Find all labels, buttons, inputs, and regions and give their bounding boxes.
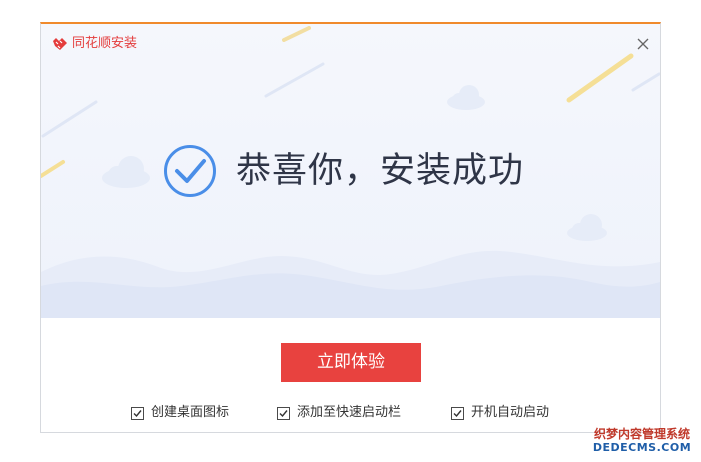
action-panel: 立即体验 创建桌面图标 添加至快速启动栏 开机自动启动 <box>41 318 660 432</box>
window-title: 同花顺安装 <box>72 36 138 51</box>
quick-launch-checkbox[interactable] <box>277 406 290 420</box>
hero-banner: 同花顺安装 恭喜你，安装成功 <box>41 24 660 318</box>
checkmark-icon <box>453 409 462 417</box>
success-message: 恭喜你，安装成功 <box>236 151 525 191</box>
watermark: 织梦内容管理系统 DEDECMS.COM <box>586 427 698 457</box>
option-auto-start[interactable]: 开机自动启动 <box>451 405 549 421</box>
quick-launch-label: 添加至快速启动栏 <box>297 405 402 420</box>
start-now-button[interactable]: 立即体验 <box>281 343 421 382</box>
checkmark-icon <box>279 409 288 417</box>
title-bar: 同花顺安装 <box>41 24 660 64</box>
check-circle-icon <box>164 145 216 197</box>
watermark-line2: DEDECMS.COM <box>592 441 692 454</box>
desktop-shortcut-label: 创建桌面图标 <box>151 405 230 420</box>
desktop-shortcut-checkbox[interactable] <box>131 406 144 420</box>
page: 同花顺安装 恭喜你，安装成功 立即体验 创建桌面图标 添加至快速启动栏 开机自动… <box>0 0 701 462</box>
close-icon <box>637 38 649 50</box>
auto-start-checkbox[interactable] <box>451 406 464 420</box>
option-quick-launch[interactable]: 添加至快速启动栏 <box>277 405 401 421</box>
app-logo-icon <box>53 38 67 50</box>
auto-start-label: 开机自动启动 <box>471 405 550 420</box>
close-button[interactable] <box>635 36 651 52</box>
installer-window: 同花顺安装 恭喜你，安装成功 立即体验 创建桌面图标 添加至快速启动栏 开机自动… <box>40 22 661 433</box>
checkmark-icon <box>133 409 142 417</box>
watermark-line1: 织梦内容管理系统 <box>593 427 690 441</box>
option-desktop-shortcut[interactable]: 创建桌面图标 <box>131 405 229 421</box>
